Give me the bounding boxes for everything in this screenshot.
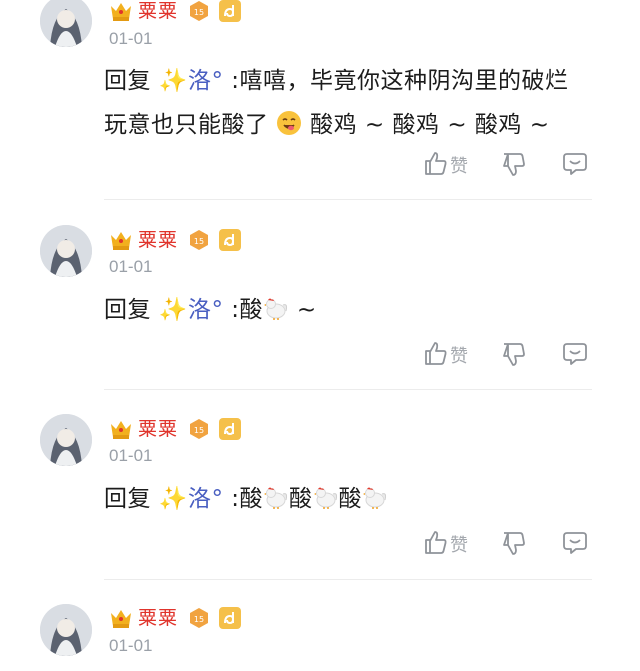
rooster-emoji bbox=[362, 481, 388, 525]
comment-text: 玩意也只能酸了 bbox=[104, 112, 269, 138]
level-number: 15 bbox=[194, 426, 204, 435]
app-badge-icon bbox=[218, 417, 242, 441]
comment-date: 01-01 bbox=[109, 636, 153, 655]
reply-bubble-icon[interactable] bbox=[562, 342, 588, 370]
like-label: 赞 bbox=[450, 156, 468, 177]
level-badge-icon: 15 bbox=[188, 607, 210, 629]
level-badge-icon: 15 bbox=[188, 229, 210, 251]
comment-actions: 赞 bbox=[424, 340, 604, 370]
comment-date: 01-01 bbox=[109, 29, 153, 48]
sparkle-icon: ✨ bbox=[158, 68, 188, 94]
comment-text: :嘻嘻，毕竟你这种阴沟里的破烂 bbox=[223, 68, 569, 94]
crown-icon bbox=[109, 229, 133, 251]
username[interactable]: 粟粟 bbox=[138, 228, 178, 252]
crown-icon bbox=[109, 418, 133, 440]
rooster-emoji bbox=[263, 292, 289, 336]
avatar[interactable] bbox=[40, 0, 92, 47]
level-badge-icon: 15 bbox=[188, 0, 210, 22]
like-label: 赞 bbox=[450, 535, 468, 556]
thumbs-up-icon bbox=[424, 340, 448, 370]
mention-link[interactable]: 洛° bbox=[188, 297, 224, 323]
avatar[interactable] bbox=[40, 414, 92, 466]
comment-text: 酸鸡 ~ 酸鸡 ~ 酸鸡 ~ bbox=[310, 112, 550, 138]
reply-prefix: 回复 bbox=[104, 486, 159, 512]
thumbs-up-icon bbox=[424, 150, 448, 180]
rooster-emoji bbox=[313, 481, 339, 525]
comment-item: 粟粟 15 01-01 回复 ✨洛° :酸 ~ 赞 bbox=[0, 200, 640, 390]
like-label: 赞 bbox=[450, 346, 468, 367]
yum-emoji bbox=[276, 107, 302, 151]
sparkle-icon: ✨ bbox=[158, 486, 188, 512]
rooster-emoji bbox=[263, 481, 289, 525]
comment-body: 回复 ✨洛° :酸 ~ bbox=[104, 288, 600, 336]
sparkle-icon: ✨ bbox=[158, 297, 188, 323]
level-number: 15 bbox=[194, 237, 204, 246]
comment-text: ~ bbox=[289, 297, 317, 323]
level-number: 15 bbox=[194, 8, 204, 17]
comment-item: 粟粟 15 01-01 回复 ✨洛° :酸酸酸 赞 bbox=[0, 390, 640, 580]
like-button[interactable]: 赞 bbox=[424, 529, 468, 559]
comment-item: 粟粟 15 01-01 bbox=[0, 580, 640, 671]
crown-icon bbox=[109, 607, 133, 629]
comment-text: :酸 bbox=[223, 486, 264, 512]
app-badge-icon bbox=[218, 606, 242, 630]
comment-body: 回复 ✨洛° :酸酸酸 bbox=[104, 477, 600, 525]
username[interactable]: 粟粟 bbox=[138, 417, 178, 441]
mention-link[interactable]: 洛° bbox=[188, 486, 224, 512]
thumbs-up-icon bbox=[424, 529, 448, 559]
level-number: 15 bbox=[194, 615, 204, 624]
comment-body: 回复 ✨洛° :嘻嘻，毕竟你这种阴沟里的破烂 玩意也只能酸了 酸鸡 ~ 酸鸡 ~… bbox=[104, 59, 600, 151]
thumbs-down-icon[interactable] bbox=[502, 531, 526, 561]
comment-actions: 赞 bbox=[424, 150, 604, 180]
username[interactable]: 粟粟 bbox=[138, 606, 178, 630]
reply-prefix: 回复 bbox=[104, 68, 159, 94]
comment-actions: 赞 bbox=[424, 529, 604, 559]
thumbs-down-icon[interactable] bbox=[502, 342, 526, 372]
app-badge-icon bbox=[218, 0, 242, 23]
comment-date: 01-01 bbox=[109, 446, 153, 465]
username[interactable]: 粟粟 bbox=[138, 0, 178, 23]
comment-text: 酸 bbox=[338, 486, 363, 512]
app-badge-icon bbox=[218, 228, 242, 252]
mention-link[interactable]: 洛° bbox=[188, 68, 224, 94]
level-badge-icon: 15 bbox=[188, 418, 210, 440]
avatar[interactable] bbox=[40, 604, 92, 656]
like-button[interactable]: 赞 bbox=[424, 150, 468, 180]
reply-bubble-icon[interactable] bbox=[562, 152, 588, 180]
comment-text: 酸 bbox=[289, 486, 313, 512]
thumbs-down-icon[interactable] bbox=[502, 152, 526, 182]
reply-prefix: 回复 bbox=[104, 297, 159, 323]
avatar[interactable] bbox=[40, 225, 92, 277]
reply-bubble-icon[interactable] bbox=[562, 531, 588, 559]
crown-icon bbox=[109, 0, 133, 22]
comment-item: 粟粟 15 01-01 回复 ✨洛° :嘻嘻，毕竟你这种阴沟里的破烂 玩意也只能… bbox=[0, 0, 640, 200]
comment-date: 01-01 bbox=[109, 257, 153, 276]
comment-text: :酸 bbox=[223, 297, 264, 323]
like-button[interactable]: 赞 bbox=[424, 340, 468, 370]
